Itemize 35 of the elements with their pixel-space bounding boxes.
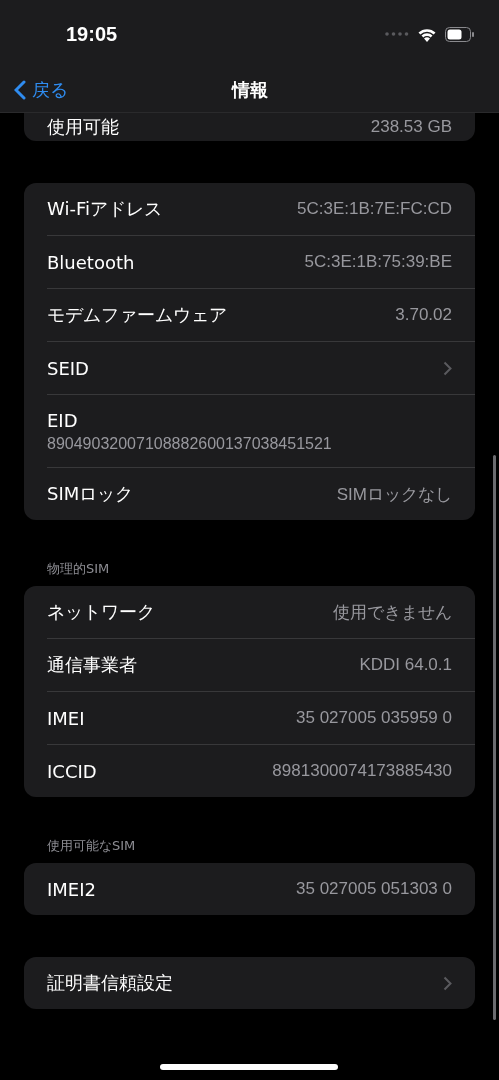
row-label: 使用可能 [47,115,119,139]
row-value: 5C:3E:1B:75:39:BE [304,252,452,272]
row-value: 238.53 GB [370,117,452,137]
row-label: IMEI2 [47,878,96,900]
row-value: 89049032007108882600137038451521 [47,434,333,453]
row-value: KDDI 64.0.1 [359,655,452,675]
chevron-icon [443,975,452,991]
row-value: 3.70.02 [395,305,452,325]
row-value: 使用できません [333,601,452,624]
page-title: 情報 [231,78,268,102]
row-label: Bluetooth [47,251,135,273]
row-label: IMEI [47,707,85,729]
battery-icon [445,26,475,42]
chevron-icon [443,360,452,376]
row-label: SIMロック [47,482,134,506]
section-header: 物理的SIM [46,560,111,578]
row-value: 8981300074173885430 [272,761,452,781]
row-label: ICCID [47,760,97,782]
row-label: 通信事業者 [47,653,137,677]
row-label: モデムファームウェア [47,303,227,327]
row-value: 5C:3E:1B:7E:FC:CD [297,199,452,219]
section-header: 使用可能なSIM [46,837,137,855]
signal-icon [385,32,409,36]
status-time: 19:05 [66,22,118,46]
back-button[interactable]: 戻る [0,78,68,102]
settings-row[interactable]: 証明書信頼設定 [47,957,475,1009]
settings-row[interactable]: SEID [47,341,475,394]
row-value: SIMロックなし [336,483,452,506]
row-value: 35 027005 051303 0 [296,879,452,899]
row-label: EID [47,409,79,431]
row-label: Wi-Fiアドレス [47,197,162,221]
wifi-icon [417,26,437,42]
back-chevron-icon [14,80,26,100]
row-value: 35 027005 035959 0 [296,708,452,728]
row-label: ネットワーク [47,600,155,624]
